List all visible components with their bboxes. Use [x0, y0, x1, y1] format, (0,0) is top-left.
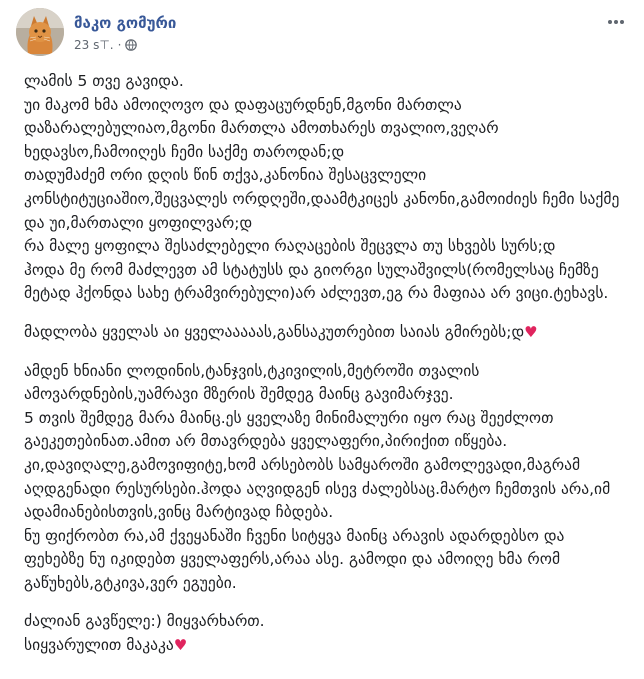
ellipsis-icon[interactable] [604, 12, 628, 32]
post-paragraph: ძალიან გავწელე:) მიყვარხართ. სიყვარულით … [24, 610, 628, 657]
post-body: ლამის 5 თვე გავიდა. უი მაკომ ხმა ამოიღოვ… [24, 70, 628, 673]
facebook-post: მაკო გომური 23 ѕ⊤. · ლამის 5 თვე გავიდა.… [0, 0, 644, 679]
post-header: მაკო გომური 23 ѕ⊤. · [16, 8, 628, 58]
post-paragraph: ამდენ ხნიანი ლოდინის,ტანჯვის,ტკივილის,მე… [24, 360, 628, 596]
globe-icon[interactable] [125, 39, 138, 51]
paragraph-text: ლამის 5 თვე გავიდა. უი მაკომ ხმა ამოიღოვ… [24, 72, 620, 303]
paragraph-text: ამდენ ხნიანი ლოდინის,ტანჯვის,ტკივილის,მე… [24, 361, 611, 592]
meta-separator: · [117, 38, 122, 52]
avatar[interactable] [16, 8, 64, 56]
post-timestamp[interactable]: 23 ѕ⊤. [74, 38, 114, 52]
post-paragraph: მადლობა ყველას აი ყველააააას,განსაკუთრებ… [24, 321, 628, 345]
post-meta: 23 ѕ⊤. · [74, 38, 138, 52]
cat-photo-icon [16, 8, 64, 56]
post-paragraph: ლამის 5 თვე გავიდა. უი მაკომ ხმა ამოიღოვ… [24, 70, 628, 306]
author-name[interactable]: მაკო გომური [74, 14, 176, 32]
heart-icon: ♥ [173, 636, 188, 655]
paragraph-text: მადლობა ყველას აი ყველააააას,განსაკუთრებ… [24, 322, 525, 341]
heart-icon: ♥ [524, 322, 538, 341]
ellipsis-dots [608, 20, 624, 24]
paragraph-text: ძალიან გავწელე:) მიყვარხართ. სიყვარულით … [24, 612, 265, 655]
